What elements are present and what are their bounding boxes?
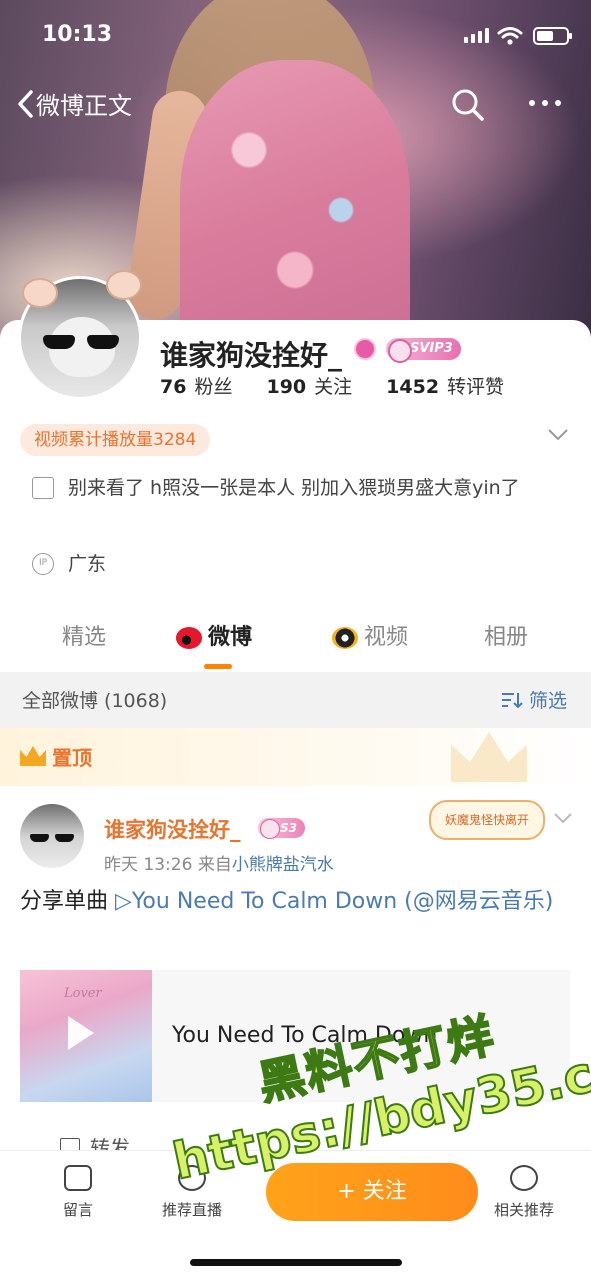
profile-tabs: 精选 微博 视频 相册 <box>0 618 591 672</box>
message-icon <box>64 1165 92 1191</box>
profile-avatar[interactable] <box>18 270 142 400</box>
profile-card: 谁家狗没拴好_ SVIP3 76 粉丝 190 关注 1452 转评赞 视频累计播放量… <box>0 270 591 672</box>
search-icon[interactable] <box>451 88 485 122</box>
cat-decoration-icon <box>106 270 142 300</box>
status-time: 10:13 <box>42 22 113 47</box>
post-author-badge[interactable]: S3 <box>258 818 305 839</box>
post-source[interactable]: 小熊牌盐汽水 <box>232 855 334 875</box>
chevron-left-icon <box>18 89 33 118</box>
filter-icon <box>501 693 523 709</box>
tab-video[interactable]: 视频 <box>332 618 408 658</box>
active-tab-indicator <box>204 664 232 669</box>
music-card[interactable]: Lover You Need To Calm Down <box>20 970 570 1102</box>
live-recommend-button[interactable]: 推荐直播 <box>152 1165 232 1220</box>
pinned-label: 置顶 <box>52 746 92 770</box>
video-play-count-pill[interactable]: 视频累计播放量3284 <box>20 424 211 456</box>
play-icon[interactable] <box>68 1016 94 1050</box>
profile-name: 谁家狗没拴好_ <box>160 339 343 372</box>
stat-reposts-comments-likes[interactable]: 1452 转评赞 <box>386 372 504 399</box>
tab-featured[interactable]: 精选 <box>62 618 106 658</box>
sunglasses-icon <box>43 335 119 349</box>
battery-icon <box>533 27 572 45</box>
back-label: 微博正文 <box>36 92 132 120</box>
tab-weibo[interactable]: 微博 <box>176 618 252 658</box>
post-text: 分享单曲 ▷You Need To Calm Down (@网易云音乐) <box>20 889 554 914</box>
location-text: 广东 <box>68 553 107 575</box>
wifi-icon <box>497 27 523 45</box>
chevron-down-icon[interactable] <box>547 428 569 442</box>
verified-icon[interactable] <box>354 338 376 360</box>
post-author[interactable]: 谁家狗没拴好_ <box>104 814 241 844</box>
song-title: You Need To Calm Down <box>172 1023 438 1048</box>
album-cover-text: Lover <box>64 986 102 1001</box>
profile-stats: 76 粉丝 190 关注 1452 转评赞 <box>160 372 504 399</box>
document-icon <box>32 477 54 499</box>
status-bar: 10:13 <box>0 22 591 52</box>
netease-link[interactable]: (@网易云音乐) <box>397 889 553 914</box>
back-button[interactable]: 微博正文 <box>16 86 132 121</box>
crown-icon <box>20 746 46 766</box>
post-source-prefix: 来自 <box>197 855 232 875</box>
tab-album[interactable]: 相册 <box>484 618 528 658</box>
home-indicator <box>190 1259 402 1266</box>
location-row: IP 广东 <box>32 550 106 578</box>
cat-decoration-icon <box>22 278 58 308</box>
chevron-down-icon[interactable] <box>553 812 573 824</box>
weibo-icon <box>176 627 202 649</box>
album-cover: Lover <box>20 970 152 1102</box>
sunglasses-icon <box>30 834 74 842</box>
post-avatar[interactable] <box>20 804 84 868</box>
stat-following[interactable]: 190 关注 <box>266 372 352 399</box>
message-button[interactable]: 留言 <box>38 1165 118 1220</box>
related-recommend-button[interactable]: 相关推荐 <box>484 1165 564 1220</box>
follow-button[interactable]: + 关注 <box>266 1163 478 1221</box>
crown-decoration-icon <box>451 732 527 782</box>
svip-badge[interactable]: SVIP3 <box>386 338 461 363</box>
video-icon <box>332 627 358 649</box>
song-link[interactable]: ▷You Need To Calm Down <box>115 889 397 914</box>
pinned-post[interactable]: 谁家狗没拴好_ S3 昨天 13:26 来自小熊牌盐汽水 妖魔鬼怪快离开 分享单… <box>0 786 591 1160</box>
feed-filter-bar: 全部微博 (1068) 筛选 <box>0 672 591 728</box>
post-meta: 昨天 13:26 来自小熊牌盐汽水 <box>104 850 334 875</box>
post-time: 昨天 13:26 <box>104 855 193 875</box>
ip-icon: IP <box>32 553 54 575</box>
pinned-banner: 置顶 <box>0 728 591 786</box>
signal-icon <box>464 28 489 43</box>
bottom-action-bar: 留言 推荐直播 + 关注 相关推荐 <box>0 1150 591 1280</box>
compass-icon <box>510 1165 538 1191</box>
stat-fans[interactable]: 76 粉丝 <box>160 372 232 399</box>
post-count[interactable]: 全部微博 (1068) <box>22 686 167 713</box>
live-icon <box>178 1165 206 1191</box>
top-nav: 微博正文 <box>0 84 591 128</box>
decoration-sticker: 妖魔鬼怪快离开 <box>429 800 545 840</box>
bio: 别来看了 h照没一张是本人 别加入猥琐男盛大意yin了 <box>32 470 542 506</box>
filter-button[interactable]: 筛选 <box>501 686 567 713</box>
more-options-button[interactable] <box>529 100 561 106</box>
bio-text: 别来看了 h照没一张是本人 别加入猥琐男盛大意yin了 <box>68 477 520 499</box>
